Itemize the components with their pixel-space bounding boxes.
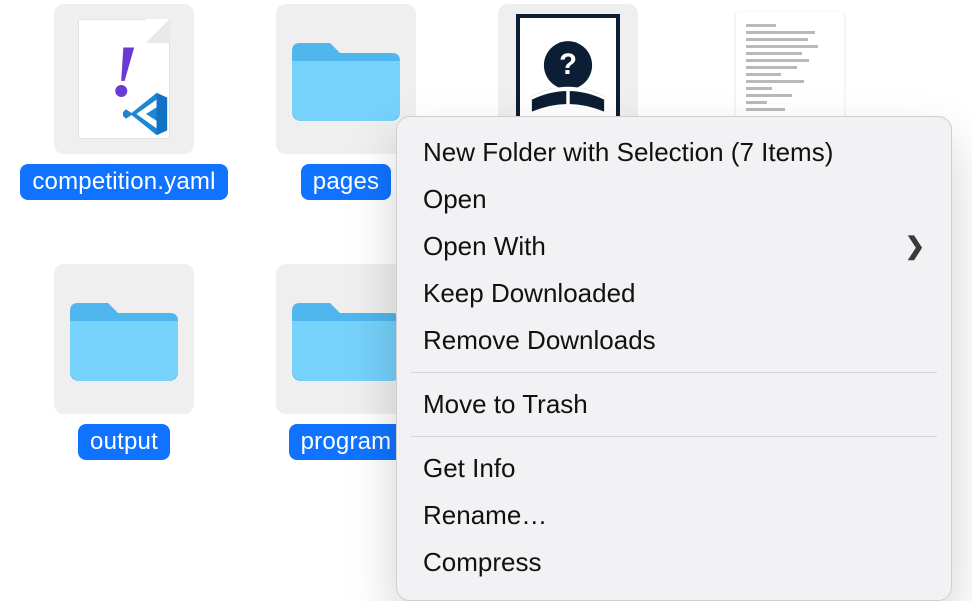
folder-label: output <box>78 424 170 460</box>
menu-item-label: Rename… <box>423 500 547 531</box>
menu-item-rename[interactable]: Rename… <box>397 492 951 539</box>
menu-item-open[interactable]: Open <box>397 176 951 223</box>
menu-item-label: Open <box>423 184 487 215</box>
menu-item-label: New Folder with Selection (7 Items) <box>423 137 833 168</box>
file-label: competition.yaml <box>20 164 227 200</box>
context-menu: New Folder with Selection (7 Items) Open… <box>396 116 952 601</box>
menu-item-remove-downloads[interactable]: Remove Downloads <box>397 317 951 364</box>
folder-item-output[interactable]: output <box>14 264 234 524</box>
vscode-badge-icon <box>122 90 170 138</box>
folder-label: pages <box>301 164 391 200</box>
menu-item-compress[interactable]: Compress <box>397 539 951 586</box>
folder-icon <box>276 4 416 154</box>
menu-item-label: Compress <box>423 547 541 578</box>
folder-icon <box>54 264 194 414</box>
menu-item-label: Keep Downloaded <box>423 278 636 309</box>
chevron-right-icon: ❯ <box>905 232 925 261</box>
menu-item-get-info[interactable]: Get Info <box>397 445 951 492</box>
menu-item-open-with[interactable]: Open With ❯ <box>397 223 951 270</box>
menu-separator <box>411 372 937 373</box>
menu-separator <box>411 436 937 437</box>
menu-item-move-to-trash[interactable]: Move to Trash <box>397 381 951 428</box>
menu-item-label: Remove Downloads <box>423 325 656 356</box>
menu-item-keep-downloaded[interactable]: Keep Downloaded <box>397 270 951 317</box>
yaml-file-icon: ! <box>54 4 194 154</box>
file-item-competition-yaml[interactable]: ! competition.yaml <box>14 4 234 264</box>
menu-item-label: Get Info <box>423 453 516 484</box>
menu-item-label: Open With <box>423 231 546 262</box>
svg-text:?: ? <box>559 49 577 81</box>
folder-icon <box>276 264 416 414</box>
menu-item-new-folder-with-selection[interactable]: New Folder with Selection (7 Items) <box>397 129 951 176</box>
menu-item-label: Move to Trash <box>423 389 588 420</box>
folder-label: program <box>289 424 404 460</box>
